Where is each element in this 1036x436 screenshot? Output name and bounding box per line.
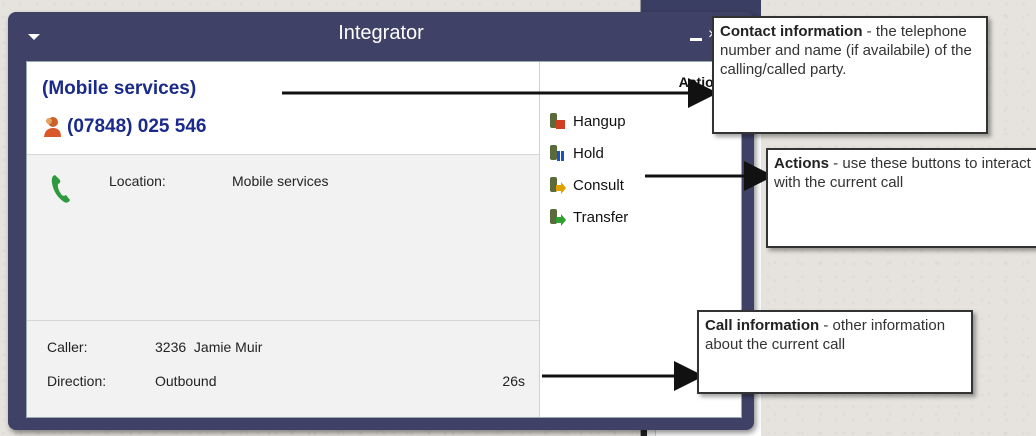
hold-button[interactable]: Hold [548,142,604,164]
consult-button[interactable]: Consult [548,174,624,196]
hangup-button[interactable]: Hangup [548,110,626,132]
call-info-section: Caller: 3236 Jamie Muir Direction: Outbo… [27,321,539,417]
minimize-icon[interactable] [690,38,702,41]
call-duration: 26s [502,373,525,389]
hold-icon [550,145,564,161]
call-panel: (Mobile services) (07848) 025 546 Locati… [26,61,742,418]
contact-section: (Mobile services) (07848) 025 546 [27,62,539,155]
transfer-icon [550,209,566,226]
location-label: Location: [109,173,166,189]
caller-value: 3236 Jamie Muir [155,339,263,355]
consult-icon [550,177,566,194]
contact-name: (Mobile services) [42,78,197,99]
consult-label: Consult [573,176,624,194]
caller-label: Caller: [47,339,88,355]
window-title: Integrator [338,22,424,44]
transfer-button[interactable]: Transfer [548,206,628,228]
phone-icon [51,175,70,203]
transfer-label: Transfer [573,208,629,226]
call-info-callout: Call information - other information abo… [697,310,973,394]
direction-label: Direction: [47,373,107,389]
details-section: Location: Mobile services [27,155,539,321]
integrator-window: Integrator × (Mobile services) (07848) 0… [8,12,754,430]
hangup-icon [550,113,565,129]
contact-callout-title: Contact information [720,23,863,40]
location-value: Mobile services [232,173,329,189]
window-titlebar: Integrator × [8,12,754,56]
hangup-label: Hangup [573,112,626,130]
actions-callout: Actions - use these buttons to interact … [766,148,1036,248]
call-details-pane: (Mobile services) (07848) 025 546 Locati… [27,62,540,417]
hold-label: Hold [573,144,604,162]
direction-value: Outbound [155,373,217,389]
actions-callout-title: Actions [774,155,830,172]
contact-info-callout: Contact information - the telephone numb… [712,16,988,134]
call-callout-title: Call information [705,317,820,334]
person-icon [44,117,61,137]
contact-number: (07848) 025 546 [67,116,207,137]
actions-header: Actions [678,74,730,90]
